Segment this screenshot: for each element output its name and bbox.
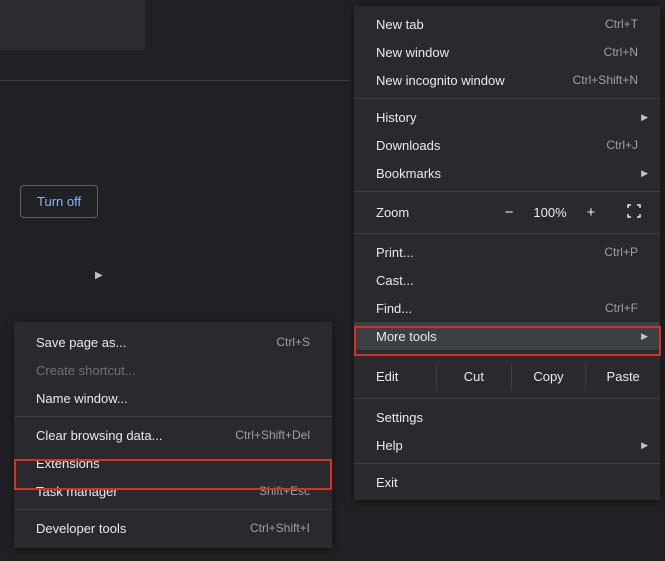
menu-label: Cast...	[376, 273, 414, 288]
menu-find[interactable]: Find... Ctrl+F	[354, 294, 660, 322]
menu-label: Help	[376, 438, 403, 453]
menu-save-page-as[interactable]: Save page as... Ctrl+S	[14, 328, 332, 356]
menu-label: Create shortcut...	[36, 363, 136, 378]
menu-shortcut: Ctrl+T	[605, 17, 638, 31]
menu-history[interactable]: History ▶	[354, 103, 660, 131]
menu-cast[interactable]: Cast...	[354, 266, 660, 294]
menu-new-tab[interactable]: New tab Ctrl+T	[354, 10, 660, 38]
menu-clear-browsing-data[interactable]: Clear browsing data... Ctrl+Shift+Del	[14, 421, 332, 449]
menu-label: New window	[376, 45, 449, 60]
menu-label: Task manager	[36, 484, 118, 499]
separator	[14, 416, 332, 417]
edit-label: Edit	[376, 369, 436, 384]
chevron-right-icon: ▶	[641, 168, 648, 179]
menu-shortcut: Ctrl+J	[606, 138, 638, 152]
menu-developer-tools[interactable]: Developer tools Ctrl+Shift+I	[14, 514, 332, 542]
menu-label: Print...	[376, 245, 414, 260]
separator	[354, 398, 660, 399]
menu-label: Developer tools	[36, 521, 126, 536]
zoom-label: Zoom	[376, 205, 434, 220]
chevron-right-icon: ▶	[641, 440, 648, 451]
zoom-value: 100%	[526, 205, 574, 220]
menu-more-tools[interactable]: More tools ▶	[354, 322, 660, 350]
chevron-right-icon: ▶	[641, 331, 648, 342]
zoom-in-button[interactable]: +	[574, 200, 608, 225]
menu-help[interactable]: Help ▶	[354, 431, 660, 459]
menu-task-manager[interactable]: Task manager Shift+Esc	[14, 477, 332, 505]
menu-downloads[interactable]: Downloads Ctrl+J	[354, 131, 660, 159]
menu-name-window[interactable]: Name window...	[14, 384, 332, 412]
turn-off-button[interactable]: Turn off	[20, 185, 98, 218]
menu-label: Downloads	[376, 138, 440, 153]
separator	[354, 233, 660, 234]
menu-edit: Edit Cut Copy Paste	[354, 359, 660, 394]
separator	[14, 509, 332, 510]
chevron-right-icon: ▶	[641, 112, 648, 123]
menu-label: Find...	[376, 301, 412, 316]
menu-print[interactable]: Print... Ctrl+P	[354, 238, 660, 266]
menu-label: Bookmarks	[376, 166, 441, 181]
menu-zoom: Zoom − 100% +	[354, 196, 660, 229]
menu-label: Name window...	[36, 391, 128, 406]
menu-label: Save page as...	[36, 335, 126, 350]
paste-button[interactable]: Paste	[585, 363, 660, 390]
menu-create-shortcut: Create shortcut...	[14, 356, 332, 384]
separator	[354, 191, 660, 192]
menu-shortcut: Ctrl+F	[605, 301, 638, 315]
menu-shortcut: Ctrl+Shift+I	[250, 521, 310, 535]
menu-extensions[interactable]: Extensions	[14, 449, 332, 477]
separator	[354, 354, 660, 355]
menu-new-incognito[interactable]: New incognito window Ctrl+Shift+N	[354, 66, 660, 94]
menu-label: Clear browsing data...	[36, 428, 162, 443]
menu-shortcut: Ctrl+P	[604, 245, 638, 259]
menu-shortcut: Shift+Esc	[259, 484, 310, 498]
menu-settings[interactable]: Settings	[354, 403, 660, 431]
cut-button[interactable]: Cut	[436, 363, 511, 390]
menu-shortcut: Ctrl+Shift+N	[573, 73, 638, 87]
menu-shortcut: Ctrl+Shift+Del	[235, 428, 310, 442]
menu-exit[interactable]: Exit	[354, 468, 660, 496]
menu-label: New incognito window	[376, 73, 505, 88]
zoom-out-button[interactable]: −	[492, 200, 526, 225]
menu-label: Settings	[376, 410, 423, 425]
menu-label: More tools	[376, 329, 437, 344]
fullscreen-icon[interactable]	[618, 204, 650, 221]
chevron-right-icon: ▶	[95, 270, 103, 281]
copy-button[interactable]: Copy	[511, 363, 586, 390]
separator	[354, 98, 660, 99]
separator	[354, 463, 660, 464]
menu-shortcut: Ctrl+N	[604, 45, 638, 59]
main-menu: New tab Ctrl+T New window Ctrl+N New inc…	[354, 6, 660, 500]
menu-bookmarks[interactable]: Bookmarks ▶	[354, 159, 660, 187]
menu-label: New tab	[376, 17, 424, 32]
more-tools-submenu: Save page as... Ctrl+S Create shortcut..…	[14, 322, 332, 548]
menu-shortcut: Ctrl+S	[276, 335, 310, 349]
menu-label: History	[376, 110, 416, 125]
menu-label: Extensions	[36, 456, 100, 471]
menu-label: Exit	[376, 475, 398, 490]
menu-new-window[interactable]: New window Ctrl+N	[354, 38, 660, 66]
